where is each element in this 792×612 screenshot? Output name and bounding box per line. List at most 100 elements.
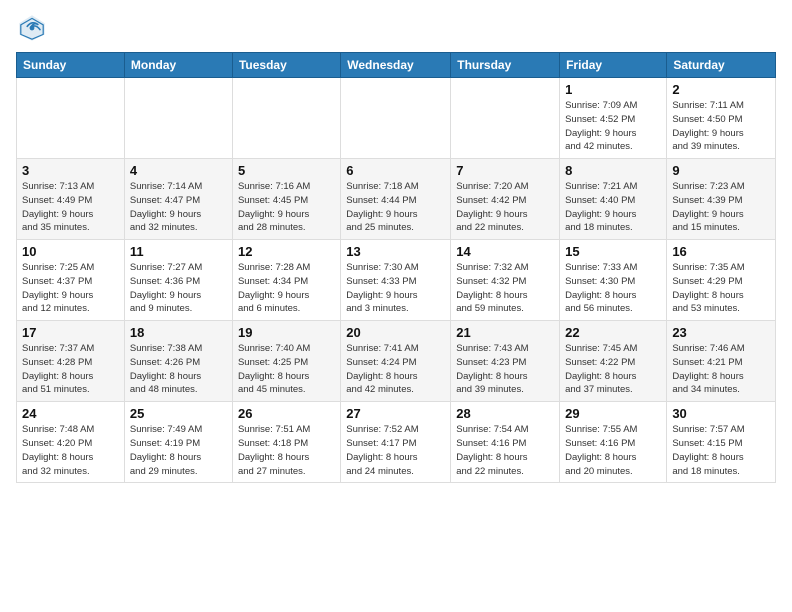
day-cell: 4 Sunrise: 7:14 AM Sunset: 4:47 PM Daylig… (124, 159, 232, 240)
day-number: 25 (130, 406, 227, 421)
page: SundayMondayTuesdayWednesdayThursdayFrid… (0, 0, 792, 495)
day-cell (232, 78, 340, 159)
day-number: 15 (565, 244, 661, 259)
day-number: 7 (456, 163, 554, 178)
day-number: 28 (456, 406, 554, 421)
day-info: Sunrise: 7:51 AM Sunset: 4:18 PM Dayligh… (238, 423, 335, 478)
day-cell: 26 Sunrise: 7:51 AM Sunset: 4:18 PM Dayli… (232, 402, 340, 483)
day-cell: 7 Sunrise: 7:20 AM Sunset: 4:42 PM Daylig… (451, 159, 560, 240)
weekday-header-tuesday: Tuesday (232, 53, 340, 78)
day-cell: 27 Sunrise: 7:52 AM Sunset: 4:17 PM Dayli… (341, 402, 451, 483)
day-number: 26 (238, 406, 335, 421)
day-number: 1 (565, 82, 661, 97)
day-info: Sunrise: 7:09 AM Sunset: 4:52 PM Dayligh… (565, 99, 661, 154)
day-number: 9 (672, 163, 770, 178)
day-info: Sunrise: 7:16 AM Sunset: 4:45 PM Dayligh… (238, 180, 335, 235)
day-cell: 14Sunrise: 7:32 AM Sunset: 4:32 PM Dayli… (451, 240, 560, 321)
day-cell: 22Sunrise: 7:45 AM Sunset: 4:22 PM Dayli… (560, 321, 667, 402)
day-info: Sunrise: 7:35 AM Sunset: 4:29 PM Dayligh… (672, 261, 770, 316)
day-info: Sunrise: 7:14 AM Sunset: 4:47 PM Dayligh… (130, 180, 227, 235)
day-cell (124, 78, 232, 159)
weekday-header-row: SundayMondayTuesdayWednesdayThursdayFrid… (17, 53, 776, 78)
day-info: Sunrise: 7:37 AM Sunset: 4:28 PM Dayligh… (22, 342, 119, 397)
day-info: Sunrise: 7:25 AM Sunset: 4:37 PM Dayligh… (22, 261, 119, 316)
day-info: Sunrise: 7:43 AM Sunset: 4:23 PM Dayligh… (456, 342, 554, 397)
day-number: 13 (346, 244, 445, 259)
weekday-header-monday: Monday (124, 53, 232, 78)
day-number: 12 (238, 244, 335, 259)
header (16, 12, 776, 44)
day-info: Sunrise: 7:57 AM Sunset: 4:15 PM Dayligh… (672, 423, 770, 478)
weekday-header-saturday: Saturday (667, 53, 776, 78)
day-cell: 25 Sunrise: 7:49 AM Sunset: 4:19 PM Dayli… (124, 402, 232, 483)
weekday-header-wednesday: Wednesday (341, 53, 451, 78)
day-info: Sunrise: 7:13 AM Sunset: 4:49 PM Dayligh… (22, 180, 119, 235)
day-cell: 1 Sunrise: 7:09 AM Sunset: 4:52 PM Daylig… (560, 78, 667, 159)
day-cell: 2 Sunrise: 7:11 AM Sunset: 4:50 PM Daylig… (667, 78, 776, 159)
day-info: Sunrise: 7:27 AM Sunset: 4:36 PM Dayligh… (130, 261, 227, 316)
day-cell: 5 Sunrise: 7:16 AM Sunset: 4:45 PM Daylig… (232, 159, 340, 240)
day-info: Sunrise: 7:48 AM Sunset: 4:20 PM Dayligh… (22, 423, 119, 478)
day-cell: 23 Sunrise: 7:46 AM Sunset: 4:21 PM Dayli… (667, 321, 776, 402)
day-number: 11 (130, 244, 227, 259)
week-row-4: 17 Sunrise: 7:37 AM Sunset: 4:28 PM Dayli… (17, 321, 776, 402)
day-info: Sunrise: 7:33 AM Sunset: 4:30 PM Dayligh… (565, 261, 661, 316)
day-cell: 11 Sunrise: 7:27 AM Sunset: 4:36 PM Dayli… (124, 240, 232, 321)
day-number: 5 (238, 163, 335, 178)
day-info: Sunrise: 7:11 AM Sunset: 4:50 PM Dayligh… (672, 99, 770, 154)
day-cell: 15 Sunrise: 7:33 AM Sunset: 4:30 PM Dayli… (560, 240, 667, 321)
day-number: 6 (346, 163, 445, 178)
day-number: 20 (346, 325, 445, 340)
day-number: 29 (565, 406, 661, 421)
day-info: Sunrise: 7:45 AM Sunset: 4:22 PM Dayligh… (565, 342, 661, 397)
day-number: 30 (672, 406, 770, 421)
day-info: Sunrise: 7:30 AM Sunset: 4:33 PM Dayligh… (346, 261, 445, 316)
day-number: 2 (672, 82, 770, 97)
day-cell: 29 Sunrise: 7:55 AM Sunset: 4:16 PM Dayli… (560, 402, 667, 483)
day-cell: 17 Sunrise: 7:37 AM Sunset: 4:28 PM Dayli… (17, 321, 125, 402)
week-row-1: 1 Sunrise: 7:09 AM Sunset: 4:52 PM Daylig… (17, 78, 776, 159)
day-info: Sunrise: 7:18 AM Sunset: 4:44 PM Dayligh… (346, 180, 445, 235)
day-info: Sunrise: 7:28 AM Sunset: 4:34 PM Dayligh… (238, 261, 335, 316)
day-cell: 24 Sunrise: 7:48 AM Sunset: 4:20 PM Dayli… (17, 402, 125, 483)
day-cell (17, 78, 125, 159)
day-number: 17 (22, 325, 119, 340)
week-row-2: 3Sunrise: 7:13 AM Sunset: 4:49 PM Daylig… (17, 159, 776, 240)
day-number: 18 (130, 325, 227, 340)
day-number: 14 (456, 244, 554, 259)
day-cell: 19Sunrise: 7:40 AM Sunset: 4:25 PM Dayli… (232, 321, 340, 402)
day-info: Sunrise: 7:49 AM Sunset: 4:19 PM Dayligh… (130, 423, 227, 478)
day-number: 4 (130, 163, 227, 178)
day-number: 23 (672, 325, 770, 340)
day-info: Sunrise: 7:52 AM Sunset: 4:17 PM Dayligh… (346, 423, 445, 478)
day-cell (451, 78, 560, 159)
logo (16, 12, 52, 44)
day-cell: 10 Sunrise: 7:25 AM Sunset: 4:37 PM Dayli… (17, 240, 125, 321)
day-number: 24 (22, 406, 119, 421)
logo-icon (16, 12, 48, 44)
day-info: Sunrise: 7:54 AM Sunset: 4:16 PM Dayligh… (456, 423, 554, 478)
day-cell: 28 Sunrise: 7:54 AM Sunset: 4:16 PM Dayli… (451, 402, 560, 483)
day-cell: 16 Sunrise: 7:35 AM Sunset: 4:29 PM Dayli… (667, 240, 776, 321)
day-number: 27 (346, 406, 445, 421)
day-info: Sunrise: 7:20 AM Sunset: 4:42 PM Dayligh… (456, 180, 554, 235)
day-cell: 6 Sunrise: 7:18 AM Sunset: 4:44 PM Daylig… (341, 159, 451, 240)
day-cell: 13 Sunrise: 7:30 AM Sunset: 4:33 PM Dayli… (341, 240, 451, 321)
day-number: 16 (672, 244, 770, 259)
day-info: Sunrise: 7:40 AM Sunset: 4:25 PM Dayligh… (238, 342, 335, 397)
week-row-5: 24 Sunrise: 7:48 AM Sunset: 4:20 PM Dayli… (17, 402, 776, 483)
day-number: 21 (456, 325, 554, 340)
week-row-3: 10 Sunrise: 7:25 AM Sunset: 4:37 PM Dayli… (17, 240, 776, 321)
day-number: 8 (565, 163, 661, 178)
day-cell (341, 78, 451, 159)
day-cell: 8 Sunrise: 7:21 AM Sunset: 4:40 PM Daylig… (560, 159, 667, 240)
day-info: Sunrise: 7:55 AM Sunset: 4:16 PM Dayligh… (565, 423, 661, 478)
weekday-header-thursday: Thursday (451, 53, 560, 78)
day-cell: 30 Sunrise: 7:57 AM Sunset: 4:15 PM Dayli… (667, 402, 776, 483)
day-info: Sunrise: 7:46 AM Sunset: 4:21 PM Dayligh… (672, 342, 770, 397)
day-info: Sunrise: 7:38 AM Sunset: 4:26 PM Dayligh… (130, 342, 227, 397)
day-info: Sunrise: 7:23 AM Sunset: 4:39 PM Dayligh… (672, 180, 770, 235)
day-number: 10 (22, 244, 119, 259)
day-cell: 9 Sunrise: 7:23 AM Sunset: 4:39 PM Daylig… (667, 159, 776, 240)
day-info: Sunrise: 7:21 AM Sunset: 4:40 PM Dayligh… (565, 180, 661, 235)
